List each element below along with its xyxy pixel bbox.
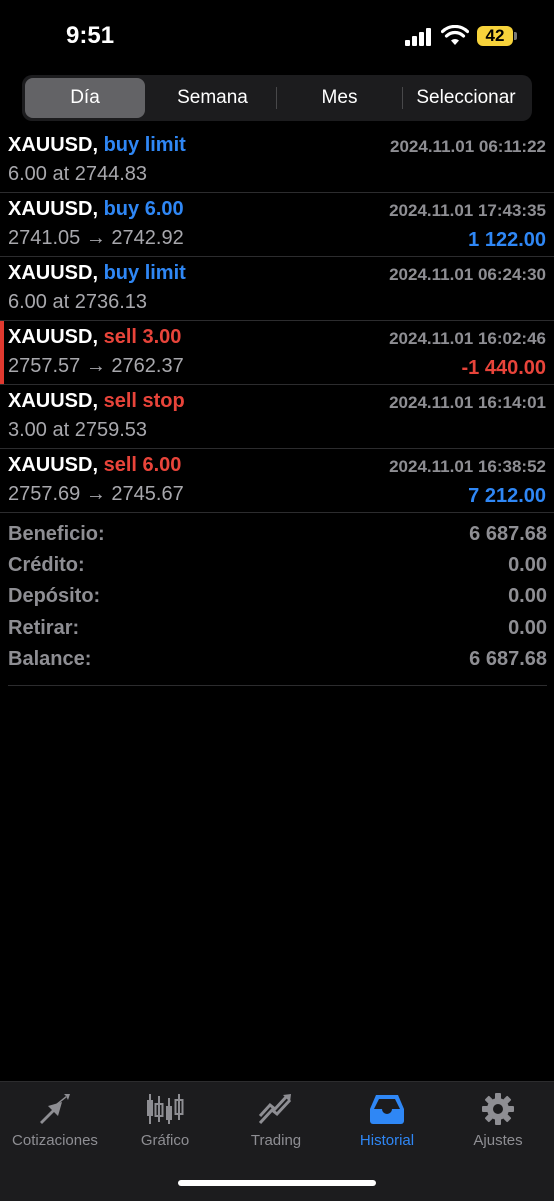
order-detail: 2757.57 → 2762.37 [8, 355, 184, 377]
order-row[interactable]: XAUUSD, sell stop 2024.11.01 16:14:01 3.… [0, 385, 554, 449]
order-row[interactable]: XAUUSD, sell 6.00 2024.11.01 16:38:52 27… [0, 449, 554, 513]
order-type: sell 3.00 [103, 326, 182, 348]
order-detail: 3.00 at 2759.53 [8, 419, 148, 441]
order-detail: 6.00 at 2736.13 [8, 291, 148, 313]
order-time: 2024.11.01 06:11:22 [390, 137, 546, 156]
order-symbol: XAUUSD, [8, 134, 99, 156]
order-time: 2024.11.01 06:24:30 [389, 265, 546, 284]
order-symbol-line: XAUUSD, sell 6.00 [8, 454, 181, 477]
order-row[interactable]: XAUUSD, buy 6.00 2024.11.01 17:43:35 274… [0, 193, 554, 257]
tab-quotes[interactable]: Cotizaciones [0, 1092, 110, 1152]
status-time: 9:51 [66, 22, 115, 49]
tab-settings[interactable]: Ajustes [443, 1092, 553, 1152]
summary-row-profit: Beneficio: 6 687.68 [8, 523, 547, 554]
order-profit: -1 440.00 [461, 357, 546, 379]
segment-select[interactable]: Seleccionar [403, 78, 529, 118]
wifi-icon [441, 25, 469, 45]
order-symbol: XAUUSD, [8, 454, 99, 476]
summary-row-credit: Crédito: 0.00 [8, 554, 547, 585]
tab-history[interactable]: Historial [332, 1092, 442, 1152]
order-symbol-line: XAUUSD, sell 3.00 [8, 326, 181, 349]
quotes-arrows-icon [40, 1094, 70, 1124]
order-time: 2024.11.01 17:43:35 [389, 201, 546, 220]
order-symbol-line: XAUUSD, buy 6.00 [8, 198, 184, 221]
tab-trading[interactable]: Trading [221, 1092, 331, 1152]
summary-value: 6 687.68 [469, 647, 547, 670]
order-type: buy 6.00 [103, 198, 184, 220]
tab-label: Gráfico [140, 1132, 190, 1149]
summary-value: 6 687.68 [469, 523, 547, 545]
order-type: buy limit [103, 262, 186, 284]
home-indicator[interactable] [178, 1180, 376, 1186]
account-summary: Beneficio: 6 687.68 Crédito: 0.00 Depósi… [8, 523, 547, 686]
segment-week[interactable]: Semana [150, 78, 275, 118]
history-inbox-icon [370, 1095, 404, 1124]
battery-tip [514, 32, 517, 40]
order-time: 2024.11.01 16:38:52 [389, 457, 546, 476]
summary-row-withdrawal: Retirar: 0.00 [8, 617, 547, 648]
summary-label: Retirar: [8, 616, 80, 639]
trading-trend-icon [258, 1094, 292, 1125]
order-symbol-line: XAUUSD, buy limit [8, 134, 186, 157]
summary-value: 0.00 [508, 616, 547, 639]
gear-icon [482, 1093, 514, 1125]
order-type: sell 6.00 [103, 454, 182, 476]
order-symbol: XAUUSD, [8, 198, 99, 220]
cellular-signal-icon [405, 28, 433, 46]
summary-label: Crédito: [8, 554, 85, 577]
tab-chart[interactable]: Gráfico [110, 1092, 220, 1152]
period-segmented-control: Día Semana Mes Seleccionar [22, 75, 532, 121]
order-symbol: XAUUSD, [8, 390, 99, 412]
order-time: 2024.11.01 16:02:46 [389, 329, 546, 348]
status-bar: 9:51 42 [0, 0, 554, 70]
order-symbol: XAUUSD, [8, 262, 99, 284]
order-detail: 2757.69 → 2745.67 [8, 483, 184, 505]
orders-list: XAUUSD, buy limit 2024.11.01 06:11:22 6.… [0, 129, 554, 513]
summary-value: 0.00 [508, 554, 547, 577]
battery-icon: 42 [477, 26, 513, 46]
order-profit: 1 122.00 [468, 229, 546, 251]
summary-row-balance: Balance: 6 687.68 [8, 648, 547, 679]
summary-label: Beneficio: [8, 523, 105, 545]
candlestick-chart-icon [147, 1094, 184, 1124]
summary-value: 0.00 [508, 585, 547, 608]
summary-label: Depósito: [8, 585, 101, 608]
order-detail: 2741.05 → 2742.92 [8, 227, 184, 249]
tab-label: Trading [250, 1132, 302, 1149]
order-row[interactable]: XAUUSD, sell 3.00 2024.11.01 16:02:46 27… [0, 321, 554, 385]
order-row[interactable]: XAUUSD, buy limit 2024.11.01 06:24:30 6.… [0, 257, 554, 321]
tab-label: Cotizaciones [12, 1132, 98, 1149]
order-symbol: XAUUSD, [8, 326, 99, 348]
order-type: sell stop [103, 390, 185, 412]
tab-label: Historial [359, 1132, 415, 1149]
order-type: buy limit [103, 134, 186, 156]
order-symbol-line: XAUUSD, buy limit [8, 262, 186, 285]
summary-row-deposit: Depósito: 0.00 [8, 585, 547, 616]
order-time: 2024.11.01 16:14:01 [389, 393, 546, 412]
order-detail: 6.00 at 2744.83 [8, 163, 148, 185]
tab-label: Ajustes [473, 1132, 523, 1149]
summary-label: Balance: [8, 647, 92, 670]
order-profit: 7 212.00 [468, 485, 546, 507]
order-row[interactable]: XAUUSD, buy limit 2024.11.01 06:11:22 6.… [0, 129, 554, 193]
segment-month[interactable]: Mes [277, 78, 402, 118]
segment-day[interactable]: Día [25, 78, 145, 118]
order-symbol-line: XAUUSD, sell stop [8, 390, 185, 413]
